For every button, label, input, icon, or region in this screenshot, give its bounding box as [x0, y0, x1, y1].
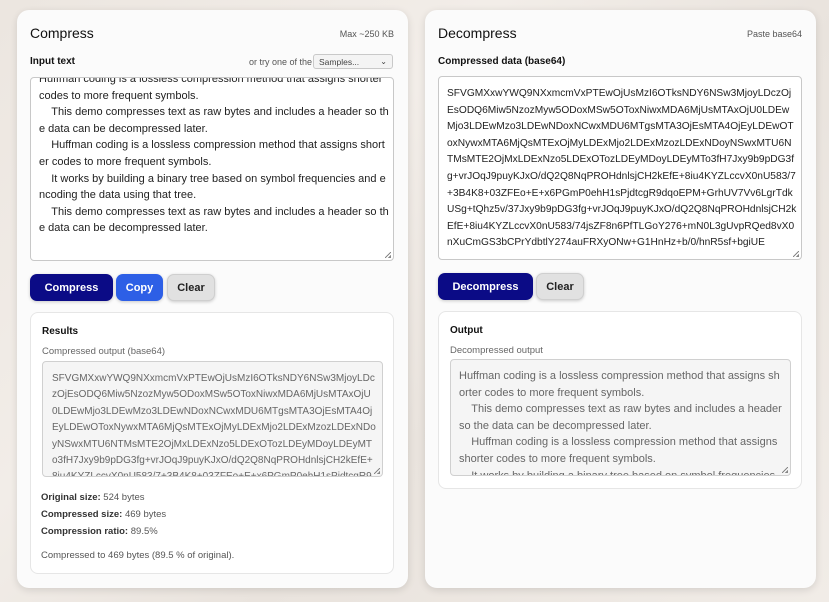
decompressed-output-content: Huffman coding is a lossless compression… — [459, 370, 782, 476]
compressed-output-content: SFVGMXxwYWQ9NXxmcmVxPTEwOjUsMzI6OTksNDY6… — [52, 373, 376, 477]
compression-ratio-stat: Compression ratio: 89.5% — [41, 526, 158, 537]
compression-ratio-label: Compression ratio: — [41, 526, 129, 537]
results-title: Results — [42, 326, 79, 337]
original-size-stat: Original size: 524 bytes — [41, 492, 145, 503]
output-section: Output Decompressed output Huffman codin… — [438, 311, 802, 489]
decompressed-output-label: Decompressed output — [450, 345, 543, 356]
compress-panel: Compress Max ~250 KB Input text or try o… — [17, 10, 408, 588]
resize-handle-icon[interactable] — [385, 252, 391, 258]
compressed-data-label: Compressed data (base64) — [438, 56, 566, 67]
compress-title: Compress — [30, 25, 94, 41]
chevron-down-icon: ⌄ — [380, 57, 387, 66]
decompress-clear-button[interactable]: Clear — [536, 273, 584, 300]
original-size-label: Original size: — [41, 492, 101, 503]
decompress-button[interactable]: Decompress — [438, 273, 533, 300]
input-text-label: Input text — [30, 56, 75, 67]
compressed-size-label: Compressed size: — [41, 509, 123, 520]
input-textarea-content: Huffman coding is a lossless compression… — [39, 77, 389, 235]
compression-ratio-value: 89.5% — [130, 526, 158, 537]
copy-button[interactable]: Copy — [116, 274, 163, 301]
resize-handle-icon[interactable] — [782, 467, 788, 473]
compressed-output-area[interactable]: SFVGMXxwYWQ9NXxmcmVxPTEwOjUsMzI6OTksNDY6… — [42, 361, 383, 477]
compressed-size-stat: Compressed size: 469 bytes — [41, 509, 166, 520]
output-title: Output — [450, 325, 483, 336]
clear-button[interactable]: Clear — [167, 274, 215, 301]
samples-select-value: Samples... — [319, 57, 360, 67]
resize-handle-icon[interactable] — [374, 468, 380, 474]
compress-button[interactable]: Compress — [30, 274, 113, 301]
decompress-panel: Decompress Paste base64 Compressed data … — [425, 10, 816, 588]
max-size-hint: Max ~250 KB — [339, 29, 394, 39]
decompress-title: Decompress — [438, 25, 517, 41]
paste-base64-hint: Paste base64 — [746, 29, 802, 39]
samples-select[interactable]: Samples... ⌄ — [313, 54, 393, 69]
compressed-data-textarea[interactable]: SFVGMXxwYWQ9NXxmcmVxPTEwOjUsMzI6OTksNDY6… — [438, 76, 802, 260]
compression-summary: Compressed to 469 bytes (89.5 % of origi… — [41, 550, 235, 561]
original-size-value: 524 bytes — [103, 492, 145, 503]
decompressed-output-area[interactable]: Huffman coding is a lossless compression… — [450, 359, 791, 476]
compressed-output-label: Compressed output (base64) — [42, 346, 166, 357]
compressed-size-value: 469 bytes — [124, 509, 167, 520]
resize-handle-icon[interactable] — [793, 251, 799, 257]
samples-hint: or try one of the — [249, 57, 313, 67]
compressed-data-content: SFVGMXxwYWQ9NXxmcmVxPTEwOjUsMzI6OTksNDY6… — [447, 88, 797, 249]
input-textarea[interactable]: Huffman coding is a lossless compression… — [30, 77, 394, 261]
